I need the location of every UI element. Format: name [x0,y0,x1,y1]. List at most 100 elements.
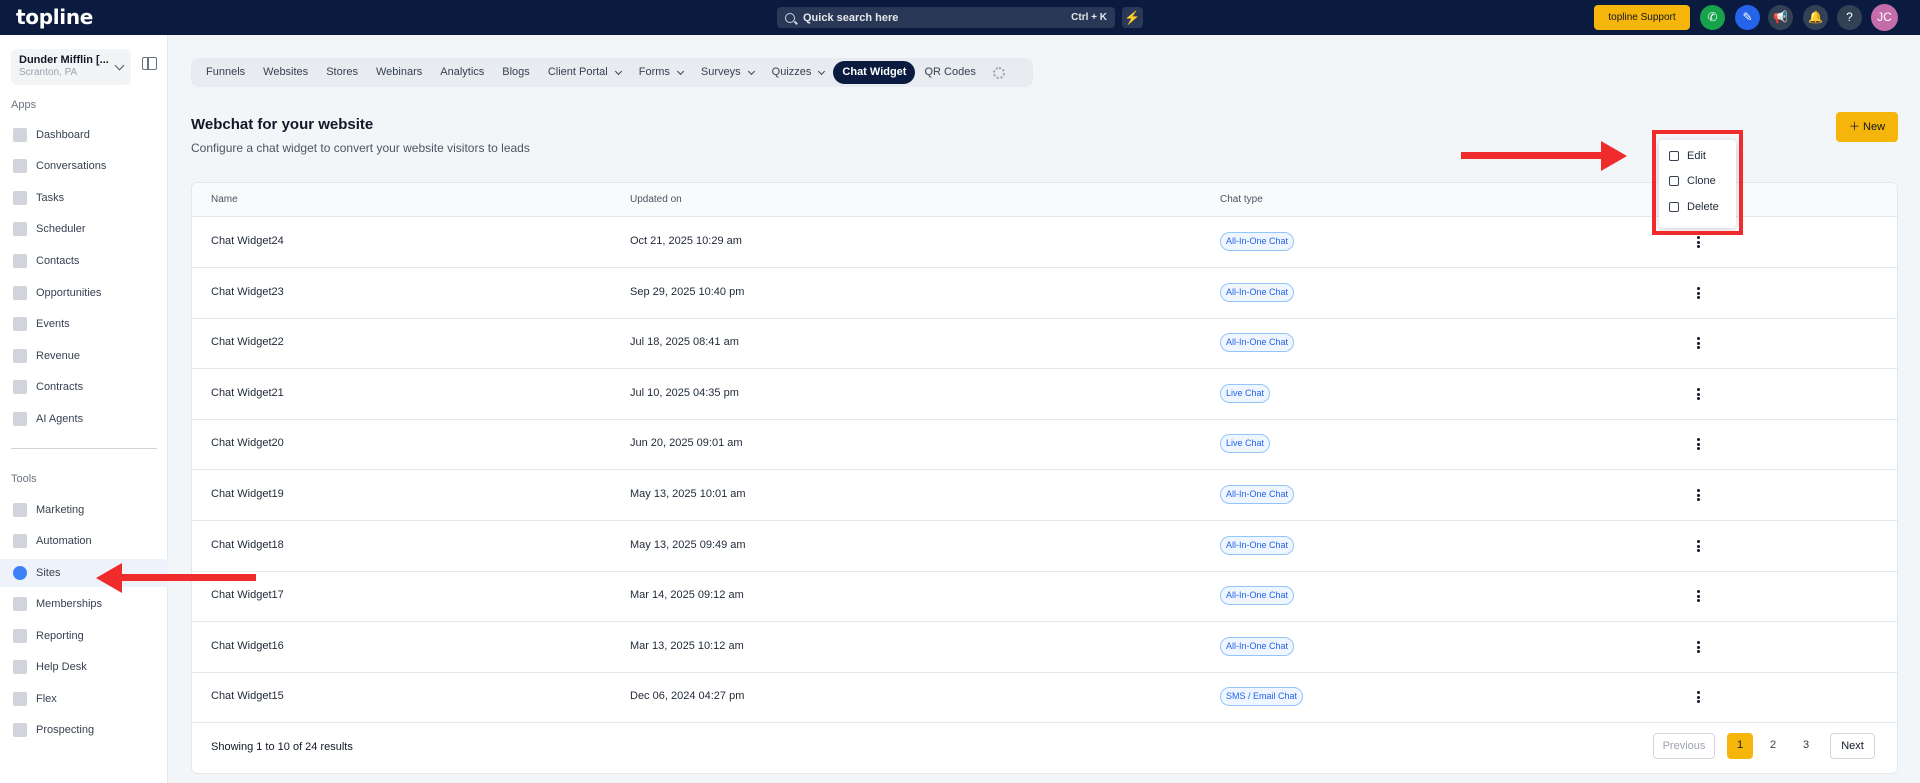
more-actions-icon[interactable] [1695,435,1701,453]
updated-on: Jul 10, 2025 04:35 pm [630,387,739,399]
sidebar-item-label: Contacts [36,255,80,267]
widget-name[interactable]: Chat Widget15 [211,690,284,702]
gear-icon[interactable] [992,66,1005,79]
widget-name[interactable]: Chat Widget19 [211,488,284,500]
prospecting-icon [13,723,27,737]
widget-name[interactable]: Chat Widget21 [211,387,284,399]
account-name: Dunder Mifflin [... [19,54,109,66]
more-actions-icon[interactable] [1695,688,1701,706]
next-page-button[interactable]: Next [1830,733,1875,759]
more-actions-icon[interactable] [1695,638,1701,656]
previous-page-button[interactable]: Previous [1653,733,1715,759]
sidebar-item-reporting[interactable]: Reporting [0,622,168,650]
tab-webinars[interactable]: Webinars [367,61,431,84]
tab-surveys[interactable]: Surveys [692,61,763,84]
sidebar-item-revenue[interactable]: Revenue [0,342,168,370]
sidebar-item-help-desk[interactable]: Help Desk [0,653,168,681]
tab-label: Forms [638,66,670,78]
sidebar-item-conversations[interactable]: Conversations [0,152,168,180]
sidebar-item-automation[interactable]: Automation [0,527,168,555]
more-actions-icon[interactable] [1695,385,1701,403]
sidebar-item-contacts[interactable]: Contacts [0,247,168,275]
more-actions-icon[interactable] [1695,284,1701,302]
updated-on: Oct 21, 2025 10:29 am [630,235,742,247]
chat-type-badge: All-In-One Chat [1220,232,1295,251]
calendar-icon [13,222,27,236]
table-row[interactable]: Chat Widget17 Mar 14, 2025 09:12 am All-In… [192,571,1897,622]
chat-type-badge: All-In-One Chat [1220,637,1295,656]
column-header-updated-on: Updated on [630,194,682,205]
updated-on: Jul 18, 2025 08:41 am [630,336,739,348]
column-header-name: Name [211,194,238,205]
tab-label: Surveys [700,66,741,78]
tab-funnels[interactable]: Funnels [197,61,254,84]
table-row[interactable]: Chat Widget22 Jul 18, 2025 08:41 am All-In… [192,318,1897,369]
bell-icon[interactable]: 🔔 [1803,5,1828,30]
tab-analytics[interactable]: Analytics [431,61,493,84]
table-row[interactable]: Chat Widget20 Jun 20, 2025 09:01 am Live C… [192,419,1897,470]
more-actions-icon[interactable] [1695,486,1701,504]
chat-type-badge: All-In-One Chat [1220,283,1295,302]
table-row[interactable]: Chat Widget23 Sep 29, 2025 10:40 pm All-In… [192,268,1897,319]
table-row[interactable]: Chat Widget15 Dec 06, 2024 04:27 pm SMS / … [192,672,1897,723]
avatar[interactable]: JC [1871,4,1898,31]
sidebar-item-label: Flex [36,693,57,705]
tab-chat-widget[interactable]: Chat Widget [833,61,916,84]
page-3-button[interactable]: 3 [1793,733,1819,759]
page-2-button[interactable]: 2 [1760,733,1786,759]
sidebar-item-ai-agents[interactable]: AI Agents [0,405,168,433]
pen-icon[interactable]: ✎ [1735,5,1760,30]
annotation-arrow-left-head [96,563,122,593]
help-icon[interactable]: ? [1837,5,1862,30]
table-row[interactable]: Chat Widget21 Jul 10, 2025 04:35 pm Live C… [192,369,1897,420]
sidebar-item-label: Marketing [36,504,85,516]
annotation-highlight-box [1652,130,1743,235]
more-actions-icon[interactable] [1695,233,1701,251]
annotation-arrow-right-head [1601,141,1627,171]
more-actions-icon[interactable] [1695,587,1701,605]
account-switcher[interactable]: Dunder Mifflin [... Scranton, PA [11,49,131,85]
sidebar-item-contracts[interactable]: Contracts [0,373,168,401]
collapse-sidebar-icon[interactable] [142,57,157,70]
tab-client-portal[interactable]: Client Portal [539,61,630,84]
new-button[interactable]: ＋ New [1836,112,1898,142]
sidebar-item-prospecting[interactable]: Prospecting [0,716,168,744]
table-row[interactable]: Chat Widget24 Oct 21, 2025 10:29 am All-In… [192,217,1897,268]
support-button[interactable]: topline Support [1594,5,1690,30]
sidebar-item-scheduler[interactable]: Scheduler [0,215,168,243]
revenue-icon [13,349,27,363]
sidebar-item-events[interactable]: Events [0,310,168,338]
widget-name[interactable]: Chat Widget20 [211,437,284,449]
more-actions-icon[interactable] [1695,334,1701,352]
more-actions-icon[interactable] [1695,537,1701,555]
tab-qr-codes[interactable]: QR Codes [915,61,984,84]
app-logo[interactable]: topline [16,5,93,29]
widget-name[interactable]: Chat Widget22 [211,336,284,348]
results-summary: Showing 1 to 10 of 24 results [211,741,353,753]
tab-stores[interactable]: Stores [317,61,367,84]
tab-quizzes[interactable]: Quizzes [763,61,834,84]
sidebar-item-sites[interactable]: Sites [0,559,168,587]
sidebar-item-flex[interactable]: Flex [0,685,168,713]
page-1-button[interactable]: 1 [1727,733,1753,759]
phone-icon[interactable]: ✆ [1700,5,1725,30]
megaphone-icon[interactable]: 📢 [1768,5,1793,30]
table-row[interactable]: Chat Widget19 May 13, 2025 10:01 am All-In… [192,470,1897,521]
tab-blogs[interactable]: Blogs [493,61,539,84]
widget-name[interactable]: Chat Widget24 [211,235,284,247]
sidebar-item-tasks[interactable]: Tasks [0,184,168,212]
table-row[interactable]: Chat Widget16 Mar 13, 2025 10:12 am All-In… [192,622,1897,673]
sidebar-item-dashboard[interactable]: Dashboard [0,121,168,149]
quick-search-input[interactable]: Quick search here Ctrl + K [777,7,1115,28]
sidebar-item-marketing[interactable]: Marketing [0,496,168,524]
widget-name[interactable]: Chat Widget23 [211,286,284,298]
sidebar-item-memberships[interactable]: Memberships [0,590,168,618]
sidebar-item-opportunities[interactable]: Opportunities [0,279,168,307]
table-row[interactable]: Chat Widget18 May 13, 2025 09:49 am All-In… [192,521,1897,572]
widget-name[interactable]: Chat Widget17 [211,589,284,601]
tab-websites[interactable]: Websites [254,61,317,84]
widget-name[interactable]: Chat Widget16 [211,640,284,652]
lightning-icon[interactable]: ⚡ [1122,7,1143,28]
widget-name[interactable]: Chat Widget18 [211,539,284,551]
tab-forms[interactable]: Forms [630,61,692,84]
